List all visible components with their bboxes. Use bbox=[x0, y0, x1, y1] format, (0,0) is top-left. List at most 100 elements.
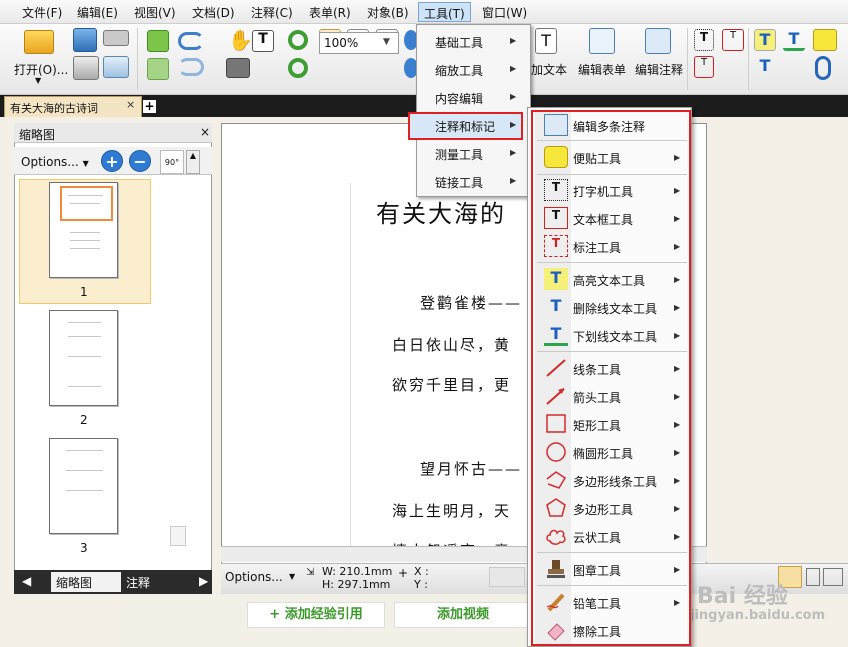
typewriter-icon[interactable]: T bbox=[694, 29, 714, 51]
menu-item-underline-text[interactable]: 下划线文本工具 bbox=[573, 324, 657, 346]
continuous-view-icon[interactable] bbox=[806, 568, 820, 586]
page-width: W: 210.1mm bbox=[322, 565, 393, 578]
strikeout-text-icon: T bbox=[550, 296, 562, 315]
first-page-icon[interactable] bbox=[489, 567, 525, 587]
menu-item-arrow[interactable]: 箭头工具 bbox=[573, 385, 621, 407]
menu-item-edit-multiple-comments[interactable]: 编辑多条注释 bbox=[573, 114, 645, 136]
menu-item-cloud[interactable]: 云状工具 bbox=[573, 525, 621, 547]
menubar: 文件(F) 编辑(E) 视图(V) 文档(D) 注释(C) 表单(R) 对象(B… bbox=[0, 0, 848, 24]
menu-tools[interactable]: 工具(T) bbox=[418, 2, 471, 22]
add-tab-button[interactable]: + bbox=[143, 100, 156, 113]
menu-separator bbox=[537, 140, 687, 141]
menu-file[interactable]: 文件(F) bbox=[22, 4, 62, 21]
tab-thumbnails[interactable]: 缩略图 bbox=[51, 572, 121, 592]
tab-scroll-left-icon[interactable]: ◀ bbox=[17, 572, 36, 592]
attachment-icon[interactable] bbox=[815, 56, 831, 80]
add-reference-button[interactable]: + 添加经验引用 bbox=[247, 602, 385, 628]
menu-separator bbox=[537, 174, 687, 175]
panel-scroll-icon[interactable]: ▲ bbox=[186, 150, 200, 174]
highlight-text-icon[interactable]: T bbox=[754, 29, 776, 51]
textbox-icon[interactable]: T bbox=[694, 56, 714, 78]
zoom-dropdown-icon[interactable]: ▼ bbox=[383, 37, 390, 47]
tab-document[interactable]: 有关大海的古诗词 bbox=[4, 96, 142, 117]
underline-text-icon: T bbox=[544, 324, 568, 346]
options-button[interactable]: Options... ▼ bbox=[17, 150, 93, 172]
export-icon[interactable] bbox=[147, 58, 169, 80]
zoom-in-thumbs-icon[interactable]: + bbox=[101, 150, 123, 172]
menu-edit[interactable]: 编辑(E) bbox=[77, 4, 118, 21]
import-icon[interactable] bbox=[147, 30, 169, 52]
menu-item-eraser[interactable]: 擦除工具 bbox=[573, 619, 621, 641]
menu-item-polyline[interactable]: 多边形线条工具 bbox=[573, 469, 657, 491]
add-video-button[interactable]: 添加视频 bbox=[394, 602, 532, 628]
baidu-watermark-url: jingyan.baidu.com bbox=[690, 608, 826, 623]
page-thumbnail-2[interactable] bbox=[49, 310, 118, 406]
rotate-right-icon[interactable] bbox=[288, 58, 308, 78]
tab-comments[interactable]: 注释 bbox=[121, 572, 155, 592]
rotate-left-icon[interactable] bbox=[288, 30, 308, 50]
tab-scroll-right-icon[interactable]: ▶ bbox=[194, 572, 213, 592]
edit-form-label[interactable]: 编辑表单 bbox=[578, 61, 626, 78]
select-text-icon[interactable]: T bbox=[252, 30, 274, 52]
add-text-icon[interactable]: T bbox=[535, 28, 557, 54]
open-dropdown-icon[interactable]: ▼ bbox=[35, 76, 41, 85]
chevron-down-icon[interactable]: ▼ bbox=[289, 572, 295, 581]
facing-view-icon[interactable] bbox=[823, 568, 843, 586]
submenu-arrow-icon: ▶ bbox=[510, 92, 517, 101]
menu-item-rectangle[interactable]: 矩形工具 bbox=[573, 413, 621, 435]
crosshair-icon: + bbox=[398, 566, 409, 580]
menu-item-line[interactable]: 线条工具 bbox=[573, 357, 621, 379]
menu-item-pencil[interactable]: 铅笔工具 bbox=[573, 591, 621, 613]
submenu-arrow-icon: ▶ bbox=[674, 420, 681, 429]
redo-icon[interactable] bbox=[178, 58, 204, 76]
snapshot-icon[interactable] bbox=[226, 58, 250, 78]
edit-comment-label[interactable]: 编辑注释 bbox=[635, 61, 683, 78]
menu-item-strikeout-text[interactable]: 删除线文本工具 bbox=[573, 296, 657, 318]
strikeout-text-icon[interactable]: T bbox=[754, 56, 776, 78]
print-icon[interactable] bbox=[73, 56, 99, 80]
menu-window[interactable]: 窗口(W) bbox=[482, 4, 527, 21]
submenu-arrow-icon: ▶ bbox=[674, 532, 681, 541]
edit-comment-icon[interactable] bbox=[645, 28, 671, 54]
menu-item-highlight-text[interactable]: 高亮文本工具 bbox=[573, 268, 645, 290]
undo-icon[interactable] bbox=[178, 32, 204, 50]
menu-item-textbox[interactable]: 文本框工具 bbox=[573, 207, 633, 229]
pencil-icon bbox=[546, 593, 565, 612]
add-text-label[interactable]: 加文本 bbox=[531, 61, 567, 78]
callout-icon: T bbox=[544, 235, 568, 257]
menu-item-polygon[interactable]: 多边形工具 bbox=[573, 497, 633, 519]
open-folder-icon[interactable] bbox=[24, 30, 54, 54]
submenu-arrow-icon: ▶ bbox=[674, 186, 681, 195]
thumb-text-line bbox=[68, 195, 103, 196]
hand-tool-icon[interactable]: ✋ bbox=[228, 28, 253, 52]
zoom-out-thumbs-icon[interactable]: − bbox=[129, 150, 151, 172]
menu-object[interactable]: 对象(B) bbox=[367, 4, 409, 21]
callout-icon[interactable]: T bbox=[722, 29, 744, 51]
page-number-3: 3 bbox=[80, 541, 88, 555]
menu-item-stamp[interactable]: 图章工具 bbox=[573, 558, 621, 580]
poem-line: 白日依山尽，黄 bbox=[392, 336, 512, 354]
submenu-arrow-icon: ▶ bbox=[674, 504, 681, 513]
save-icon[interactable] bbox=[73, 28, 97, 52]
menu-item-typewriter[interactable]: 打字机工具 bbox=[573, 179, 633, 201]
rotate-thumbs-button[interactable]: 90° bbox=[160, 150, 184, 174]
underline-text-icon[interactable]: T bbox=[783, 29, 805, 51]
submenu-arrow-icon: ▶ bbox=[674, 214, 681, 223]
page-thumbnail-3[interactable] bbox=[49, 438, 118, 534]
menu-comment[interactable]: 注释(C) bbox=[251, 4, 293, 21]
close-panel-icon[interactable]: × bbox=[200, 125, 210, 139]
note-icon[interactable] bbox=[813, 29, 837, 51]
edit-form-icon[interactable] bbox=[589, 28, 615, 54]
status-options-button[interactable]: Options... bbox=[225, 570, 283, 584]
menu-view[interactable]: 视图(V) bbox=[134, 4, 176, 21]
close-tab-icon[interactable]: × bbox=[126, 98, 135, 111]
email-icon[interactable] bbox=[103, 56, 129, 78]
menu-item-sticky-note[interactable]: 便贴工具 bbox=[573, 146, 621, 168]
textbox-icon: T bbox=[544, 207, 568, 229]
menu-item-ellipse[interactable]: 椭圆形工具 bbox=[573, 441, 633, 463]
menu-form[interactable]: 表单(R) bbox=[309, 4, 351, 21]
menu-item-callout[interactable]: 标注工具 bbox=[573, 235, 621, 257]
scanner-icon[interactable] bbox=[103, 30, 129, 46]
menu-item-comment-markup[interactable]: 注释和标记 bbox=[418, 113, 522, 137]
menu-document[interactable]: 文档(D) bbox=[192, 4, 235, 21]
